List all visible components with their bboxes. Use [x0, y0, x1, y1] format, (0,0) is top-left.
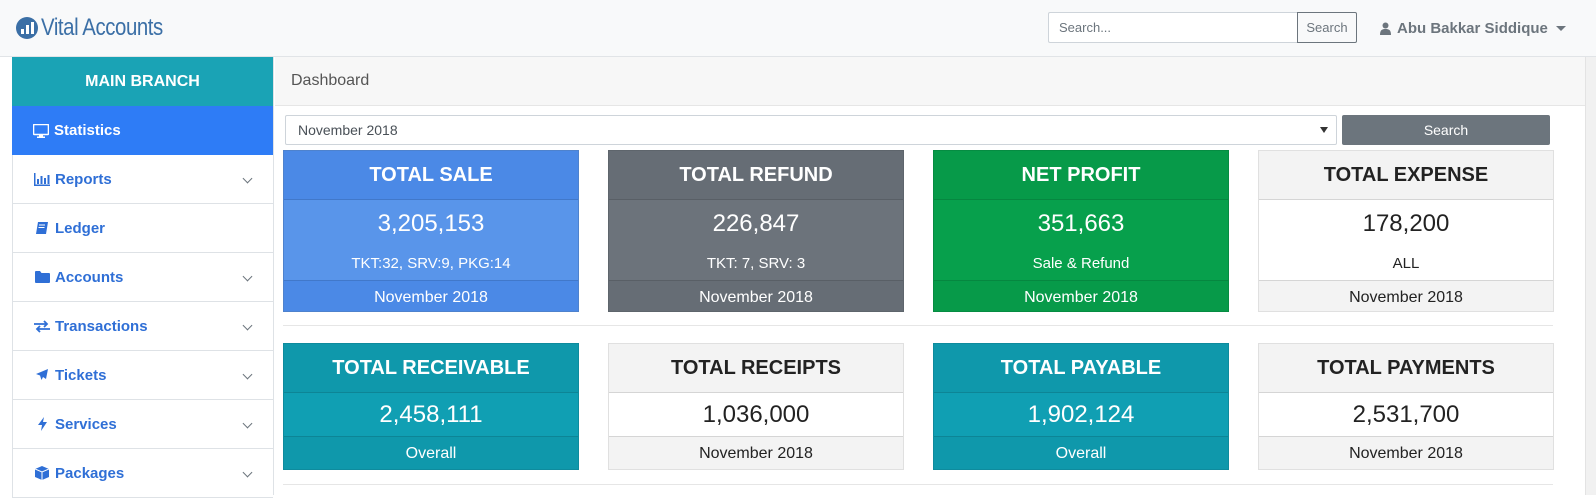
folder-icon [33, 271, 51, 283]
period-search-button[interactable]: Search [1342, 115, 1550, 145]
card-title: TOTAL SALE [284, 151, 578, 200]
card-total-receivable: TOTAL RECEIVABLE 2,458,111 Overall [283, 343, 579, 470]
card-value: 226,847 [712, 210, 800, 237]
user-name: Abu Bakkar Siddique [1397, 19, 1548, 37]
section-divider [283, 484, 1553, 485]
card-footer: November 2018 [609, 436, 903, 469]
sidebar-item-label: Accounts [55, 268, 124, 286]
card-footer: November 2018 [1259, 436, 1553, 469]
sidebar-item-accounts[interactable]: Accounts [12, 253, 273, 302]
book-icon [33, 221, 51, 235]
sidebar-item-ledger[interactable]: Ledger [12, 204, 273, 253]
search-input[interactable] [1048, 12, 1298, 43]
card-total-payable: TOTAL PAYABLE 1,902,124 Overall [933, 343, 1229, 470]
sidebar-item-label: Statistics [54, 122, 121, 139]
sidebar-item-tickets[interactable]: Tickets [12, 351, 273, 400]
user-menu[interactable]: Abu Bakkar Siddique [1380, 17, 1566, 39]
card-value: 2,458,111 [379, 400, 483, 428]
exchange-icon [33, 319, 51, 333]
card-value: 178,200 [1362, 210, 1450, 237]
plane-icon [33, 368, 51, 382]
card-subtext: TKT:32, SRV:9, PKG:14 [351, 254, 511, 272]
card-title: TOTAL REFUND [609, 151, 903, 200]
period-select-value: November 2018 [298, 122, 398, 138]
card-title: TOTAL PAYMENTS [1259, 344, 1553, 393]
card-net-profit: NET PROFIT 351,663 Sale & Refund Novembe… [933, 150, 1229, 312]
card-title: TOTAL RECEIVABLE [284, 344, 578, 393]
sidebar-item-label: Tickets [55, 366, 107, 384]
chevron-down-icon [242, 173, 253, 184]
card-footer: November 2018 [284, 280, 578, 311]
breadcrumb-current: Dashboard [291, 72, 370, 89]
card-value: 1,036,000 [702, 400, 810, 428]
caret-down-icon [1555, 25, 1566, 31]
bolt-icon [33, 417, 51, 431]
card-footer: November 2018 [934, 280, 1228, 311]
card-subtext: TKT: 7, SRV: 3 [706, 254, 806, 272]
sidebar-item-transactions[interactable]: Transactions [12, 302, 273, 351]
bar-chart-icon [33, 172, 51, 186]
chevron-down-icon [242, 271, 253, 282]
brand[interactable]: Vital Accounts [16, 14, 184, 42]
card-total-payments: TOTAL PAYMENTS 2,531,700 November 2018 [1258, 343, 1554, 470]
chevron-down-icon [242, 320, 253, 331]
section-divider [283, 325, 1553, 326]
card-subtext: ALL [1392, 254, 1420, 272]
card-footer: November 2018 [609, 280, 903, 311]
card-value: 351,663 [1037, 210, 1125, 237]
card-total-sale: TOTAL SALE 3,205,153 TKT:32, SRV:9, PKG:… [283, 150, 579, 312]
brand-name: Vital Accounts [41, 14, 163, 41]
card-footer: Overall [284, 436, 578, 469]
user-icon [1380, 22, 1391, 35]
card-value: 2,531,700 [1352, 400, 1460, 428]
caret-down-icon [1320, 127, 1328, 133]
page-scrollbar[interactable] [1585, 57, 1596, 495]
breadcrumb: Dashboard [275, 57, 1585, 106]
card-footer: Overall [934, 436, 1228, 469]
card-total-expense: TOTAL EXPENSE 178,200 ALL November 2018 [1258, 150, 1554, 312]
card-subtext: Sale & Refund [1032, 254, 1130, 272]
card-title: TOTAL RECEIPTS [609, 344, 903, 393]
desktop-icon [32, 123, 50, 138]
cube-icon [33, 466, 51, 480]
sidebar-item-label: Ledger [55, 219, 106, 237]
main-content: Dashboard November 2018 Search TOTAL SAL… [275, 57, 1596, 495]
card-footer: November 2018 [1259, 280, 1553, 311]
chevron-down-icon [242, 369, 253, 380]
sidebar: MAIN BRANCH Statistics Reports Ledger Ac… [12, 57, 274, 498]
card-total-receipts: TOTAL RECEIPTS 1,036,000 November 2018 [608, 343, 904, 470]
sidebar-item-label: Packages [55, 464, 125, 482]
sidebar-item-reports[interactable]: Reports [12, 155, 273, 204]
card-title: TOTAL EXPENSE [1259, 151, 1553, 200]
sidebar-item-services[interactable]: Services [12, 400, 273, 449]
card-title: TOTAL PAYABLE [934, 344, 1228, 393]
card-value: 1,902,124 [1027, 400, 1135, 428]
chart-logo-icon [16, 17, 38, 39]
period-select[interactable]: November 2018 [285, 115, 1337, 145]
card-value: 3,205,153 [377, 210, 485, 237]
sidebar-item-label: Reports [55, 170, 112, 188]
chevron-down-icon [242, 418, 253, 429]
sidebar-item-statistics[interactable]: Statistics [12, 106, 273, 155]
header-search-button[interactable]: Search [1297, 12, 1357, 43]
card-title: NET PROFIT [934, 151, 1228, 200]
chevron-down-icon [242, 467, 253, 478]
sidebar-item-packages[interactable]: Packages [12, 449, 273, 498]
sidebar-item-label: Transactions [55, 317, 148, 335]
top-navbar: Vital Accounts Search Abu Bakkar Siddiqu… [0, 0, 1596, 57]
card-total-refund: TOTAL REFUND 226,847 TKT: 7, SRV: 3 Nove… [608, 150, 904, 312]
sidebar-item-label: Services [55, 415, 117, 433]
branch-title: MAIN BRANCH [12, 57, 273, 106]
